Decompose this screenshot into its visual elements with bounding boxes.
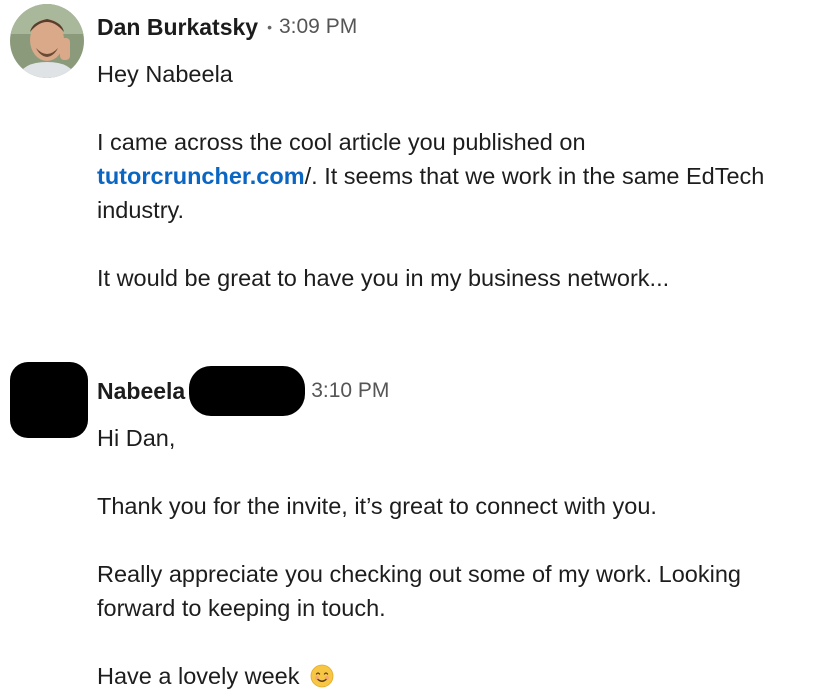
message-header: Dan Burkatsky • 3:09 PM [97, 10, 357, 44]
message-body: Hi Dan, Thank you for the invite, it’s g… [97, 421, 837, 693]
message-paragraph: Have a lovely week [97, 659, 837, 693]
message-paragraph: Thank you for the invite, it’s great to … [97, 493, 657, 519]
timestamp: 3:10 PM [311, 379, 390, 402]
avatar-redacted[interactable] [10, 362, 88, 438]
sender-name[interactable]: Nabeela [97, 378, 185, 405]
message-greeting: Hi Dan, [97, 425, 176, 451]
article-link[interactable]: tutorcruncher.com [97, 163, 305, 189]
message-paragraph: I came across the cool article you publi… [97, 125, 837, 227]
redacted-surname [189, 366, 306, 416]
message-body: Hey Nabeela I came across the cool artic… [97, 57, 837, 295]
paragraph-text: Have a lovely week [97, 663, 300, 689]
smiling-face-emoji-icon [310, 664, 334, 688]
timestamp: 3:09 PM [278, 15, 358, 38]
message-header: Nabeela 3:10 PM [97, 366, 390, 416]
paragraph-text: I came across the cool article you publi… [97, 129, 586, 155]
message-paragraph: Really appreciate you checking out some … [97, 561, 741, 621]
separator-dot: • [267, 19, 272, 35]
sender-name[interactable]: Dan Burkatsky [97, 14, 258, 41]
message-paragraph: It would be great to have you in my busi… [97, 265, 670, 291]
avatar-dan[interactable] [10, 4, 84, 78]
profile-photo-icon [10, 4, 84, 78]
message-greeting: Hey Nabeela [97, 61, 233, 87]
